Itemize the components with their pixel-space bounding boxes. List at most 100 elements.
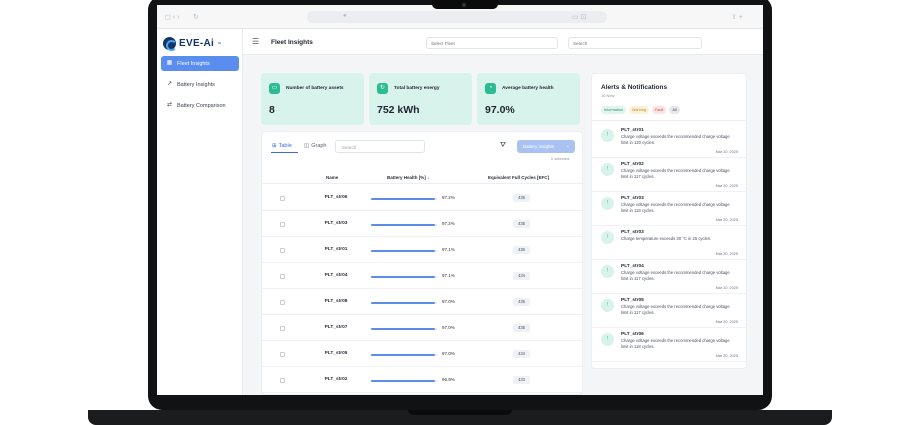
health-bar-fill bbox=[371, 302, 436, 304]
info-icon: ! bbox=[601, 197, 614, 210]
alert-message: Charge temperature exceeds 30 °C in 25 c… bbox=[621, 236, 712, 241]
table-row[interactable]: PLT_str02 96.9% 433 bbox=[262, 367, 582, 393]
efc-value: 435 bbox=[513, 194, 530, 202]
battery-name[interactable]: PLT_str04 bbox=[322, 273, 350, 278]
tab-table[interactable]: ⊞ Table bbox=[272, 143, 292, 149]
table-row[interactable]: PLT_str06 97.2% 435 bbox=[262, 185, 582, 211]
top-bar: ☰ Fleet Insights bbox=[243, 29, 763, 55]
address-bar[interactable] bbox=[307, 11, 607, 23]
info-icon: ! bbox=[601, 265, 614, 278]
table-header: Name Battery Health [%] ↓ Equivalent Ful… bbox=[262, 172, 582, 184]
search-input[interactable] bbox=[568, 37, 702, 49]
compare-icon: ⇄ bbox=[166, 102, 173, 108]
kpi-label: Number of battery assets bbox=[286, 86, 344, 91]
alert-battery-name: PLT_str05 bbox=[621, 298, 644, 303]
row-checkbox[interactable] bbox=[280, 274, 285, 279]
alert-item[interactable]: ! PLT_str03 Charge temperature exceeds 30 … bbox=[592, 226, 746, 260]
tab-graph[interactable]: ◫ Graph bbox=[304, 143, 327, 149]
info-icon: ! bbox=[601, 163, 614, 176]
health-bar bbox=[371, 302, 437, 304]
sidebar-item-fleet-insights[interactable]: ▦ Fleet Insights bbox=[161, 56, 239, 71]
kpi-total-energy: ↻ Total battery energy 752 kWh bbox=[369, 73, 472, 125]
info-icon: ! bbox=[601, 299, 614, 312]
alert-date: Mar 20, 2025 bbox=[715, 320, 738, 324]
battery-name[interactable]: PLT_str06 bbox=[322, 195, 350, 200]
camera-icon bbox=[462, 3, 466, 7]
chip-fault[interactable]: Fault bbox=[652, 106, 667, 114]
table-row[interactable]: PLT_str03 97.2% 435 bbox=[262, 211, 582, 237]
efc-value: 436 bbox=[513, 246, 530, 254]
sidebar-item-battery-comparison[interactable]: ⇄ Battery Comparison bbox=[161, 98, 239, 113]
sidebar-item-label: Battery Insights bbox=[177, 81, 215, 88]
brand-name: EVE-Ai bbox=[179, 38, 215, 49]
health-value: 97.1% bbox=[442, 247, 455, 252]
battery-name[interactable]: PLT_str08 bbox=[322, 299, 350, 304]
chart-icon: ↗ bbox=[166, 81, 173, 87]
health-bar bbox=[371, 380, 437, 382]
row-checkbox[interactable] bbox=[280, 222, 285, 227]
alert-message: Charge voltage exceeds the recommended c… bbox=[621, 202, 730, 213]
health-bar-fill bbox=[371, 224, 436, 226]
alert-item[interactable]: ! PLT_str06 Charge voltage exceeds the rec… bbox=[592, 328, 746, 362]
column-header-health[interactable]: Battery Health [%] ↓ bbox=[387, 175, 429, 180]
sidebar-item-label: Battery Comparison bbox=[177, 102, 226, 109]
fleet-select[interactable] bbox=[426, 37, 558, 49]
brand-logo[interactable]: EVE-Ai ™ bbox=[163, 37, 221, 51]
product-shot: ◻ ‹ › ↻ ● ▭ ⊡ ⇪ + EVE-Ai ™ ▦ Fleet Insig… bbox=[0, 0, 920, 425]
share-icon[interactable]: ⇪ + bbox=[731, 13, 743, 21]
extension-icon[interactable]: ▭ ⊡ bbox=[572, 13, 586, 21]
battery-name[interactable]: PLT_str01 bbox=[322, 247, 350, 252]
row-checkbox[interactable] bbox=[280, 326, 285, 331]
chip-information[interactable]: Information bbox=[601, 106, 626, 114]
sidebar-item-battery-insights[interactable]: ↗ Battery Insights bbox=[161, 77, 239, 92]
column-header-name[interactable]: Name bbox=[326, 175, 338, 180]
battery-name[interactable]: PLT_str03 bbox=[322, 221, 350, 226]
table-row[interactable]: PLT_str07 97.0% 435 bbox=[262, 315, 582, 341]
battery-table-card: ⊞ Table ◫ Graph Search ⛛ Battery Insight… bbox=[261, 131, 583, 395]
battery-name[interactable]: PLT_str05 bbox=[322, 351, 350, 356]
alerts-panel: Alerts & Notifications 10 New Informatio… bbox=[591, 73, 747, 369]
menu-icon[interactable]: ☰ bbox=[252, 38, 259, 46]
efc-value: 435 bbox=[513, 324, 530, 332]
tab-table-label: Table bbox=[278, 143, 292, 149]
chip-warning[interactable]: Warning bbox=[629, 106, 649, 114]
alert-date: Mar 20, 2025 bbox=[715, 184, 738, 188]
table-row[interactable]: PLT_str04 97.1% 434 bbox=[262, 263, 582, 289]
row-checkbox[interactable] bbox=[280, 352, 285, 357]
row-checkbox[interactable] bbox=[280, 378, 285, 383]
back-icon[interactable]: ◻ ‹ › bbox=[165, 13, 179, 21]
health-bar bbox=[371, 198, 437, 200]
row-checkbox[interactable] bbox=[280, 248, 285, 253]
alert-item[interactable]: ! PLT_str04 Charge voltage exceeds the rec… bbox=[592, 260, 746, 294]
table-search-input[interactable]: Search bbox=[335, 140, 425, 153]
kpi-value: 97.0% bbox=[485, 104, 515, 116]
efc-value: 433 bbox=[513, 376, 530, 384]
row-checkbox[interactable] bbox=[280, 300, 285, 305]
alert-item[interactable]: ! PLT_str03 Charge voltage exceeds the rec… bbox=[592, 192, 746, 226]
alert-item[interactable]: ! PLT_str02 Charge voltage exceeds the rec… bbox=[592, 158, 746, 192]
page-title: Fleet Insights bbox=[271, 39, 313, 46]
row-checkbox[interactable] bbox=[280, 196, 285, 201]
table-row[interactable]: PLT_str05 97.0% 434 bbox=[262, 341, 582, 367]
sidebar-item-label: Fleet Insights bbox=[177, 60, 210, 67]
health-bar-fill bbox=[371, 328, 436, 330]
battery-name[interactable]: PLT_str07 bbox=[322, 325, 350, 330]
reload-icon[interactable]: ↻ bbox=[193, 13, 199, 21]
battery-name[interactable]: PLT_str02 bbox=[322, 377, 350, 382]
health-bar bbox=[371, 354, 437, 356]
health-bar bbox=[371, 328, 437, 330]
alert-item[interactable]: ! PLT_str05 Charge voltage exceeds the rec… bbox=[592, 294, 746, 328]
table-row[interactable]: PLT_str01 97.1% 436 bbox=[262, 237, 582, 263]
battery-insights-button[interactable]: Battery Insights ⌄ bbox=[517, 140, 575, 153]
filter-icon[interactable]: ⛛ bbox=[500, 142, 506, 150]
alert-item[interactable]: ! PLT_str01 Charge voltage exceeds the rec… bbox=[592, 124, 746, 158]
alert-battery-name: PLT_str03 bbox=[621, 196, 644, 201]
table-row[interactable]: PLT_str08 97.0% 435 bbox=[262, 289, 582, 315]
selected-count: 0 selected bbox=[551, 156, 570, 161]
alert-message: Charge voltage exceeds the recommended c… bbox=[621, 270, 730, 281]
column-header-efc[interactable]: Equivalent Full Cycles [EFC] bbox=[488, 175, 549, 180]
kpi-value: 8 bbox=[269, 104, 275, 116]
efc-value: 434 bbox=[513, 272, 530, 280]
chip-all[interactable]: All bbox=[669, 106, 680, 114]
alert-battery-name: PLT_str04 bbox=[621, 264, 644, 269]
